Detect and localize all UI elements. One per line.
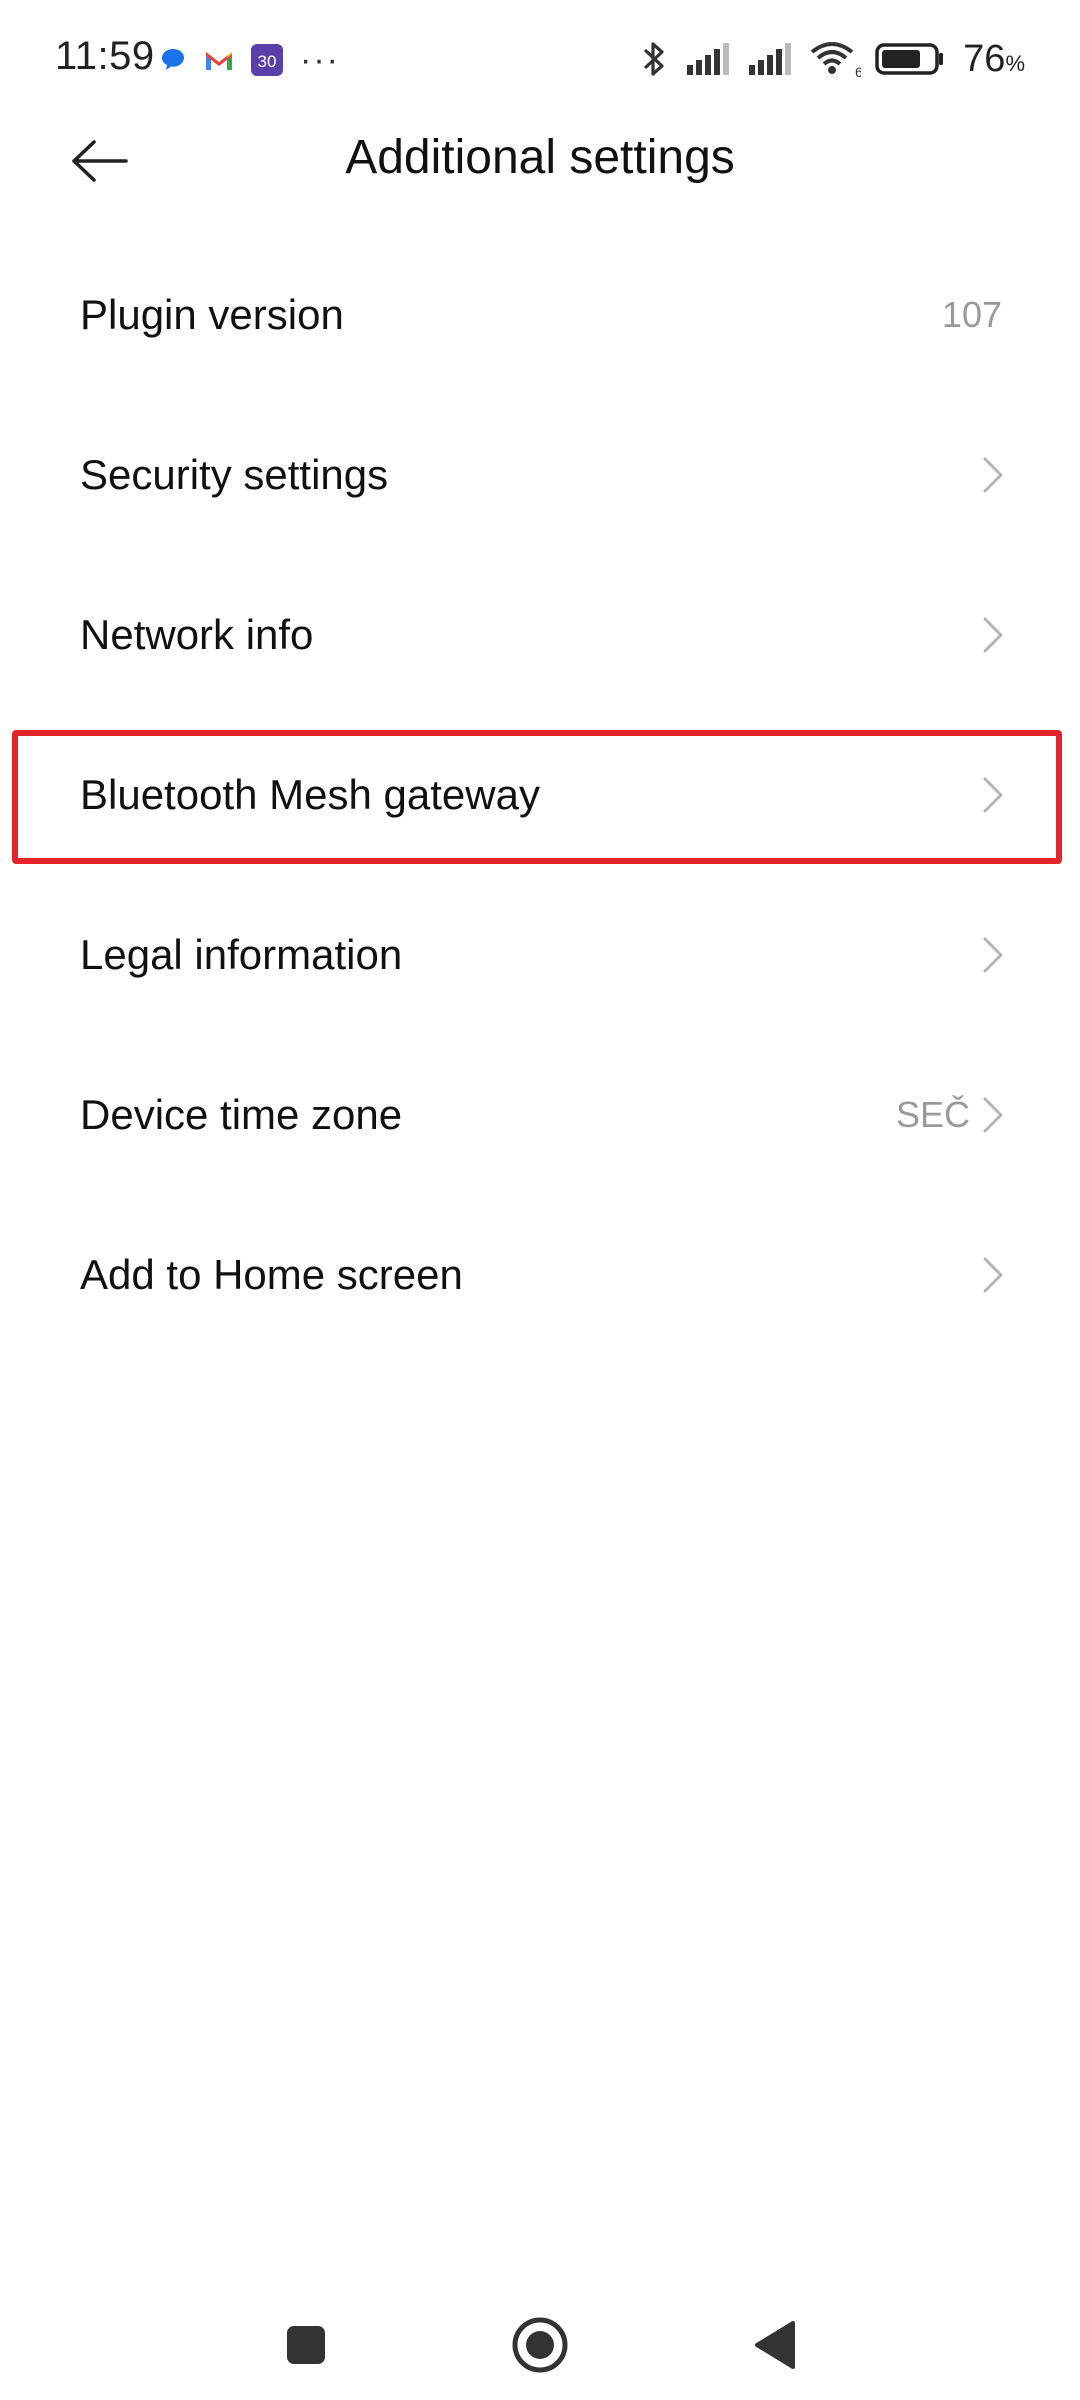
circle-home-icon <box>512 2317 568 2373</box>
header: Additional settings <box>0 116 1080 206</box>
chevron-right-icon <box>983 1097 1003 1133</box>
back-nav-button[interactable] <box>740 2310 810 2380</box>
settings-row-label: Legal information <box>80 931 403 978</box>
recents-button[interactable] <box>271 2310 341 2380</box>
chevron-right-icon <box>983 617 1003 653</box>
gmail-icon <box>204 48 234 72</box>
calendar-icon: 30 <box>250 43 284 77</box>
settings-row-plugin-version[interactable]: Plugin version 107 <box>0 235 1080 395</box>
settings-row-label: Plugin version <box>80 291 344 338</box>
chevron-right-icon <box>983 937 1003 973</box>
calendar-badge: 30 <box>258 52 277 71</box>
chevron-right-icon <box>983 1257 1003 1293</box>
battery-percent: 76% <box>963 38 1025 81</box>
chevron-right-icon <box>983 777 1003 813</box>
page-title: Additional settings <box>345 131 735 184</box>
status-bar: 11:59 30 ··· 6 76% <box>0 0 1080 116</box>
signal-strength-icon-1 <box>685 41 733 77</box>
settings-list: Plugin version 107 Security settings Networ… <box>0 235 1080 1355</box>
system-icons: 6 76% <box>637 34 1025 84</box>
more-notifications-icon: ··· <box>300 41 340 79</box>
settings-row-legal-information[interactable]: Legal information <box>0 875 1080 1035</box>
bluetooth-icon <box>637 39 671 79</box>
status-time: 11:59 <box>55 34 155 78</box>
settings-row-label: Security settings <box>80 451 389 498</box>
battery-percent-value: 76 <box>963 37 1006 80</box>
settings-row-value: 107 <box>941 294 1002 335</box>
settings-row-label: Device time zone <box>80 1091 403 1138</box>
settings-row-value: SEČ <box>895 1094 970 1135</box>
messages-icon <box>158 45 188 75</box>
settings-row-add-to-home-screen[interactable]: Add to Home screen <box>0 1195 1080 1355</box>
home-button[interactable] <box>505 2310 575 2380</box>
settings-row-bluetooth-mesh-gateway[interactable]: Bluetooth Mesh gateway <box>0 715 1080 875</box>
wifi-badge: 6 <box>855 64 861 79</box>
triangle-back-icon <box>755 2321 795 2369</box>
signal-strength-icon-2 <box>747 41 795 77</box>
settings-row-label: Network info <box>80 611 314 658</box>
settings-row-label: Add to Home screen <box>80 1251 463 1298</box>
notification-icons: 30 ··· <box>158 38 340 82</box>
settings-row-label: Bluetooth Mesh gateway <box>80 771 540 818</box>
settings-row-network-info[interactable]: Network info <box>0 555 1080 715</box>
settings-row-device-time-zone[interactable]: Device time zone SEČ <box>0 1035 1080 1195</box>
navigation-bar <box>0 2290 1080 2390</box>
chevron-right-icon <box>983 457 1003 493</box>
settings-row-security-settings[interactable]: Security settings <box>0 395 1080 555</box>
wifi-icon: 6 <box>809 39 861 79</box>
screen: 11:59 30 ··· 6 76% Additional settings P… <box>0 0 1080 2400</box>
battery-percent-sign: % <box>1005 50 1025 76</box>
square-icon <box>287 2326 325 2364</box>
battery-icon <box>875 42 945 76</box>
